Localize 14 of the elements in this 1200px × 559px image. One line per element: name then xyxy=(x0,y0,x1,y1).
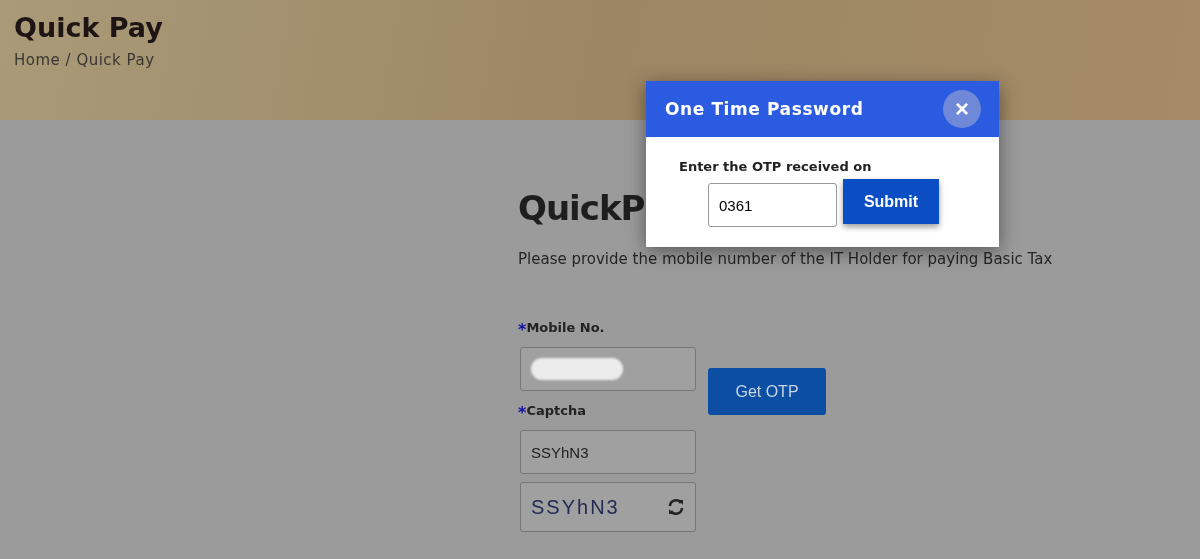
captcha-text: SSYhN3 xyxy=(531,495,620,519)
submit-button[interactable]: Submit xyxy=(843,179,939,224)
get-otp-button[interactable]: Get OTP xyxy=(708,368,826,415)
close-button[interactable]: × xyxy=(943,90,981,128)
refresh-icon[interactable] xyxy=(667,498,685,516)
otp-prompt: Enter the OTP received on xyxy=(679,159,872,174)
dialog-title: One Time Password xyxy=(665,99,864,119)
page-title: Quick Pay xyxy=(14,12,163,43)
otp-field[interactable]: 0361 xyxy=(708,183,837,227)
mobile-field[interactable] xyxy=(520,347,696,391)
breadcrumb: Home / Quick Pay xyxy=(14,51,155,69)
form-description: Please provide the mobile number of the IT Holder for paying Basic Tax xyxy=(518,250,1053,268)
captcha-field[interactable]: SSYhN3 xyxy=(520,430,696,474)
form-heading: QuickP xyxy=(518,188,645,228)
